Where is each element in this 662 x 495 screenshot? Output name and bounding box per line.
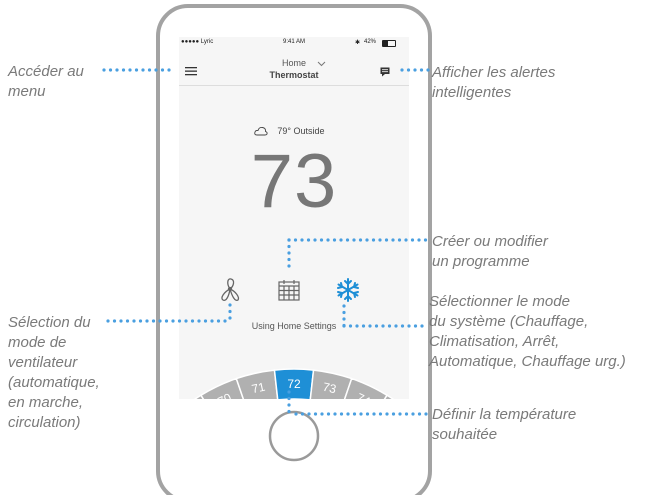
callout-fan-mode: Sélection du mode de ventilateur (automati… [8, 314, 100, 431]
callout-alerts: Afficher les alertes intelligentes [432, 64, 556, 101]
callout-menu: Accéder au menu [8, 63, 84, 100]
callout-temperature: Définir la température souhaitée [432, 406, 577, 443]
callout-schedule: Créer ou modifier un programme [432, 233, 548, 270]
callout-system-mode: Sélectionner le mode du système (Chauffag… [429, 293, 626, 370]
